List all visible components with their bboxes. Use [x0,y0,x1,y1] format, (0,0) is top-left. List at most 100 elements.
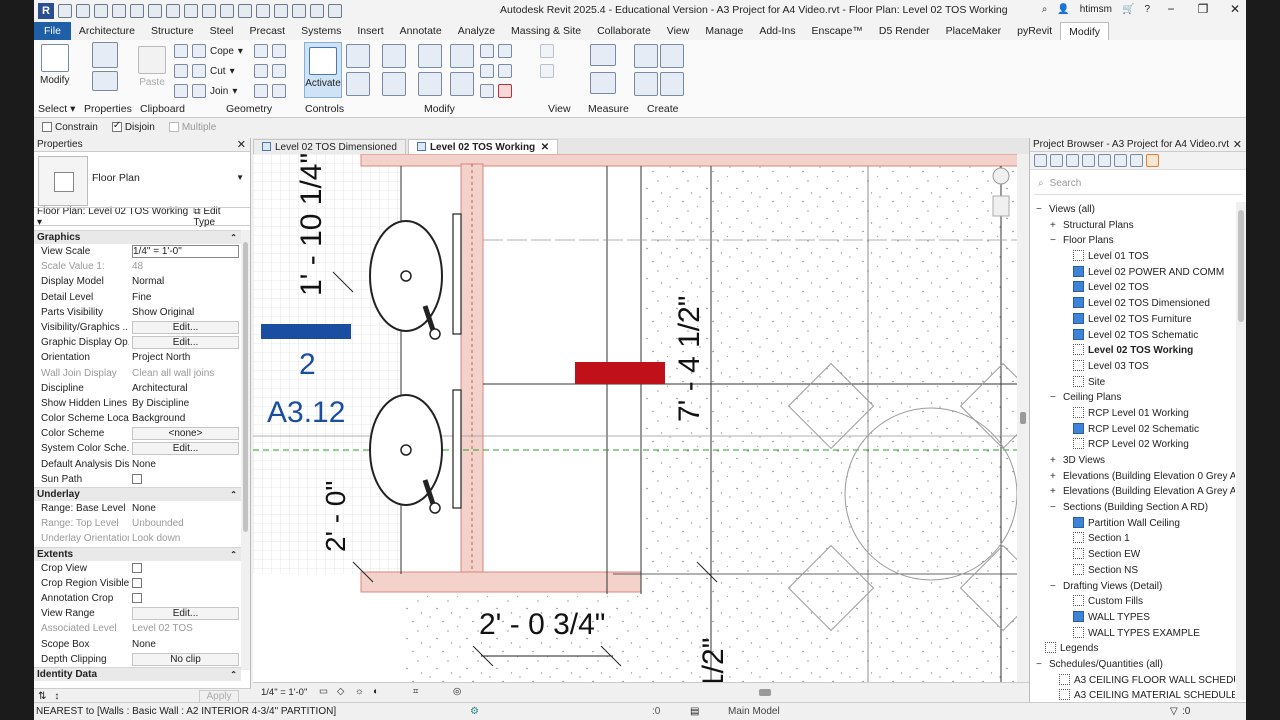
tag-icon[interactable] [220,4,234,18]
properties-scrollbar[interactable] [241,230,250,670]
collapse-icon[interactable]: ⌃ [230,231,237,245]
constrain-checkbox[interactable]: Constrain [42,122,98,133]
collapse-icon[interactable]: ⌃ [230,548,237,562]
tab-annotate[interactable]: Annotate [392,22,450,40]
browser-item[interactable]: A3 CEILING FLOOR WALL SCHEDULE [1030,673,1235,689]
browser-groups-icon[interactable] [1114,154,1127,167]
modify-small-2[interactable] [480,64,512,78]
property-value[interactable]: None [129,457,241,472]
tab-manage[interactable]: Manage [697,22,751,40]
tab-placemaker[interactable]: PlaceMaker [938,22,1009,40]
property-value[interactable]: 1/4" = 1'-0" [129,244,241,259]
property-value[interactable] [129,472,241,487]
browser-item[interactable]: − Drafting Views (Detail) [1030,579,1235,595]
expand-icon[interactable]: + [1050,469,1059,485]
browser-item[interactable]: Legends [1030,641,1235,657]
tab-analyze[interactable]: Analyze [450,22,503,40]
minimize-icon[interactable]: − [1160,2,1182,16]
expand-icon[interactable]: + [1050,484,1059,500]
create-similar-button[interactable] [660,72,684,99]
visual-style-icon[interactable]: ◇ [337,686,344,697]
browser-item[interactable]: WALL TYPES EXAMPLE [1030,626,1235,642]
create-parts-button[interactable] [634,72,658,99]
type-selector[interactable]: Floor Plan ▼ [34,152,250,208]
close-icon[interactable]: ✕ [237,138,246,152]
measure-icon[interactable] [184,4,198,18]
browser-schedules-icon[interactable] [1082,154,1095,167]
close-hidden-icon[interactable] [310,4,324,18]
filter-icon[interactable]: ▽ [1170,706,1178,717]
cope-button[interactable]: Cope ▾ [174,44,243,58]
align-button[interactable] [346,44,370,71]
property-value[interactable]: Architectural [129,381,241,396]
collapse-icon[interactable]: − [1050,390,1059,406]
close-icon[interactable]: ✕ [1233,138,1242,152]
restore-icon[interactable]: ❐ [1192,2,1214,16]
browser-item[interactable]: − Views (all) [1030,202,1235,218]
browser-item[interactable]: − Sections (Building Section A RD) [1030,500,1235,516]
tab-collaborate[interactable]: Collaborate [589,22,659,40]
property-checkbox[interactable] [132,593,142,604]
property-value[interactable]: Edit... [129,335,241,350]
undo-icon[interactable] [130,4,144,18]
browser-item[interactable]: Section EW [1030,547,1235,563]
collapse-icon[interactable]: ⌃ [230,488,237,502]
property-value[interactable]: Background [129,411,241,426]
properties-button[interactable] [92,42,118,94]
main-model-selector[interactable]: Main Model [728,706,780,717]
sun-path-icon[interactable]: ☼ [355,686,364,697]
modify-small-3[interactable] [480,84,512,98]
sort-icon[interactable]: ⇅ [38,691,46,702]
dimension-button[interactable] [590,72,616,97]
tab-d5-render[interactable]: D5 Render [871,22,938,40]
canvas-vertical-scrollbar[interactable] [1017,154,1029,682]
tab-add-ins[interactable]: Add-Ins [751,22,803,40]
tab-view[interactable]: View [659,22,698,40]
close-icon[interactable]: ✕ [1224,2,1246,16]
collapse-icon[interactable]: − [1050,579,1059,595]
browser-search-input[interactable]: ⌕ Search [1034,173,1242,195]
text-icon[interactable] [238,4,252,18]
browser-item[interactable]: Level 02 TOS [1030,280,1235,296]
section-extents[interactable]: Extents ⌃ [34,546,241,562]
split-button[interactable] [450,44,474,71]
mirror-button[interactable] [418,44,442,71]
tab-architecture[interactable]: Architecture [71,22,143,40]
cut-button[interactable]: Cut ▾ [174,64,235,78]
offset-button[interactable] [382,44,406,71]
browser-item[interactable]: Level 01 TOS [1030,249,1235,265]
browser-item[interactable]: WALL TYPES [1030,610,1235,626]
shadows-icon[interactable]: ◐ [373,686,379,697]
geometry-tool-3[interactable] [254,84,286,98]
binoculars-icon[interactable]: ⌕ [1042,4,1048,15]
help-icon[interactable]: ? [1144,4,1150,15]
copy-button[interactable] [382,72,406,99]
print-icon[interactable] [166,4,180,18]
property-value[interactable]: None [129,501,241,516]
browser-item[interactable]: Partition Wall Ceiling [1030,516,1235,532]
paste-button[interactable]: Paste [138,46,166,88]
browser-item[interactable]: − Ceiling Plans [1030,390,1235,406]
instance-filter[interactable]: Floor Plan: Level 02 TOS Working ▾ ⧉ Edi… [34,206,250,228]
tab-level-02-tos-dimensioned[interactable]: Level 02 TOS Dimensioned [253,139,406,154]
expand-icon[interactable]: + [1050,453,1059,469]
browser-scrollbar[interactable] [1236,202,1246,700]
property-value[interactable]: None [129,637,241,652]
tab-insert[interactable]: Insert [349,22,391,40]
edit-type-button[interactable]: ⧉ Edit Type [193,206,244,228]
browser-item[interactable]: Level 02 POWER AND COMM [1030,265,1235,281]
browser-chain-icon[interactable] [1146,154,1159,167]
browser-item[interactable]: RCP Level 02 Working [1030,437,1235,453]
dimension-icon[interactable] [202,4,216,18]
close-tab-icon[interactable]: ✕ [541,142,549,153]
browser-item[interactable]: − Schedules/Quantities (all) [1030,657,1235,673]
sync-icon[interactable] [112,4,126,18]
create-assembly-button[interactable] [660,44,684,71]
redo-icon[interactable] [148,4,162,18]
view-scale[interactable]: 1/4" = 1'-0" [261,687,307,698]
collapse-icon[interactable]: − [1050,233,1059,249]
browser-item[interactable]: + Structural Plans [1030,218,1235,234]
switch-windows-icon[interactable] [328,4,342,18]
property-checkbox[interactable] [132,562,142,573]
detail-level-icon[interactable]: ▭ [319,686,328,697]
